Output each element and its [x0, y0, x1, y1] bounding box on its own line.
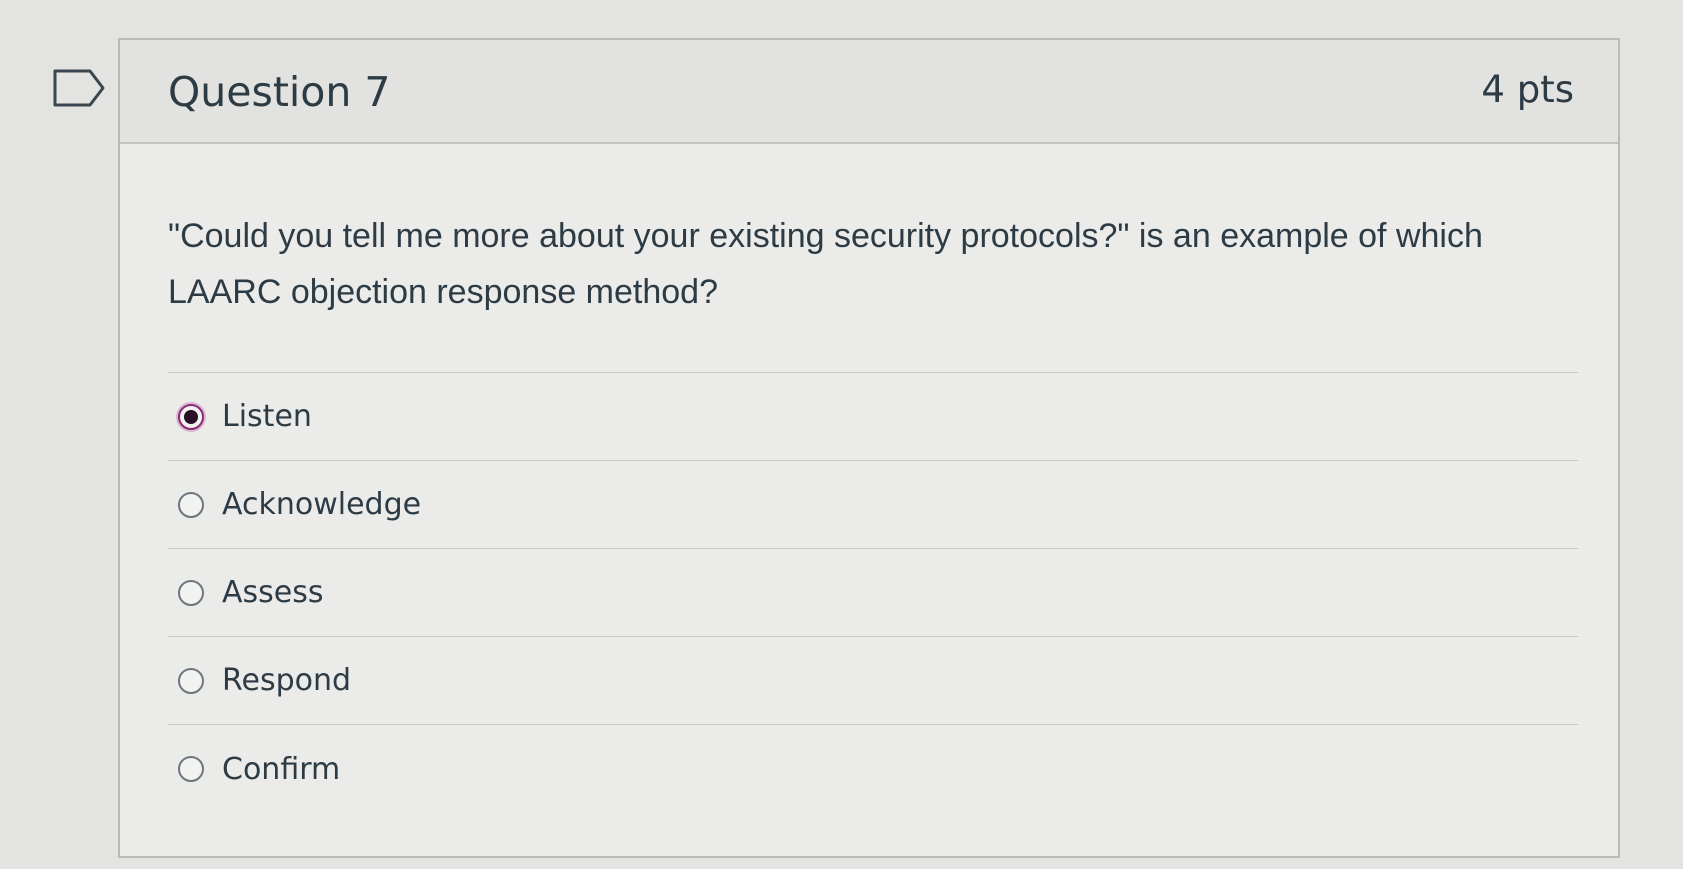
flag-question-icon[interactable]	[52, 68, 106, 108]
question-points: 4 pts	[1481, 68, 1574, 111]
answer-option-acknowledge[interactable]: Acknowledge	[168, 461, 1578, 549]
question-title: Question 7	[168, 68, 391, 116]
radio-unselected-icon[interactable]	[178, 667, 204, 694]
question-header: Question 7 4 pts	[120, 40, 1618, 144]
radio-selected-icon[interactable]	[178, 403, 204, 430]
radio-unselected-icon[interactable]	[178, 491, 204, 518]
question-card: Question 7 4 pts "Could you tell me more…	[118, 38, 1620, 858]
answer-label: Listen	[222, 399, 312, 434]
answer-label: Acknowledge	[222, 487, 422, 522]
answer-option-assess[interactable]: Assess	[168, 549, 1578, 637]
radio-unselected-icon[interactable]	[178, 579, 204, 606]
answer-label: Assess	[222, 575, 324, 610]
radio-unselected-icon[interactable]	[178, 756, 204, 782]
question-text: "Could you tell me more about your exist…	[168, 217, 1483, 311]
answer-option-listen[interactable]: Listen	[168, 373, 1578, 461]
answer-list: Listen Acknowledge Assess Respond Confir…	[168, 372, 1578, 813]
answer-label: Confirm	[222, 751, 341, 787]
answer-option-respond[interactable]: Respond	[168, 637, 1578, 725]
answer-label: Respond	[222, 663, 352, 698]
answer-option-confirm[interactable]: Confirm	[168, 725, 1578, 813]
